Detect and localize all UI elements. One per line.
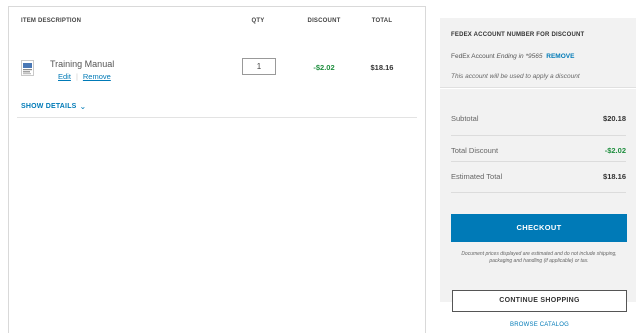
link-separator: | xyxy=(75,72,78,81)
show-details-toggle[interactable]: SHOW DETAILS ⌄ xyxy=(21,102,86,111)
summary-divider xyxy=(451,192,626,193)
header-total: TOTAL xyxy=(371,18,393,24)
fedex-account-prefix: FedEx Account xyxy=(451,53,495,60)
total-discount-label: Total Discount xyxy=(451,146,499,155)
fedex-account-title: FEDEX ACCOUNT NUMBER FOR DISCOUNT xyxy=(451,32,585,38)
quantity-input[interactable]: 1 xyxy=(242,58,276,75)
cart-item-row: Training Manual Edit | Remove 1 -$2.02 $18… xyxy=(9,51,419,85)
item-discount: -$2.02 xyxy=(313,63,335,72)
checkout-button[interactable]: CHECKOUT xyxy=(451,214,627,242)
item-name: Training Manual xyxy=(50,59,115,69)
price-disclaimer: Document prices displayed are estimated … xyxy=(461,251,617,264)
show-details-label: SHOW DETAILS xyxy=(21,103,77,110)
document-thumbnail-icon xyxy=(21,60,34,76)
header-discount: DISCOUNT xyxy=(307,18,341,24)
subtotal-value: $20.18 xyxy=(603,114,626,123)
fedex-account-ending: Ending in *9565 xyxy=(496,53,543,60)
order-summary-panel: FEDEX ACCOUNT NUMBER FOR DISCOUNT FedEx … xyxy=(440,18,636,333)
estimated-total-value: $18.16 xyxy=(603,172,626,181)
fedex-account-note: This account will be used to apply a dis… xyxy=(451,73,580,80)
item-total: $18.16 xyxy=(370,63,394,72)
edit-item-link[interactable]: Edit xyxy=(58,72,71,81)
chevron-down-icon: ⌄ xyxy=(79,102,87,111)
fedex-account-line: FedEx Account Ending in *9565 REMOVE xyxy=(451,53,574,60)
header-item-description: ITEM DESCRIPTION xyxy=(21,18,82,24)
remove-account-link[interactable]: REMOVE xyxy=(546,53,574,60)
item-divider xyxy=(17,117,417,118)
browse-catalog-link[interactable]: BROWSE CATALOG xyxy=(452,322,627,328)
total-discount-value: -$2.02 xyxy=(604,146,626,155)
cart-header: ITEM DESCRIPTION QTY DISCOUNT TOTAL xyxy=(9,7,419,37)
cart-panel: ITEM DESCRIPTION QTY DISCOUNT TOTAL Trai… xyxy=(8,6,426,333)
summary-divider xyxy=(451,161,626,162)
summary-box: Subtotal $20.18 Total Discount -$2.02 Es… xyxy=(440,89,636,302)
fedex-account-box: FEDEX ACCOUNT NUMBER FOR DISCOUNT FedEx … xyxy=(440,18,636,88)
continue-shopping-button[interactable]: CONTINUE SHOPPING xyxy=(452,290,627,312)
subtotal-label: Subtotal xyxy=(451,114,479,123)
item-actions: Edit | Remove xyxy=(58,72,111,81)
header-qty: QTY xyxy=(251,18,265,24)
estimated-total-label: Estimated Total xyxy=(451,172,503,181)
summary-divider xyxy=(451,135,626,136)
remove-item-link[interactable]: Remove xyxy=(83,72,111,81)
